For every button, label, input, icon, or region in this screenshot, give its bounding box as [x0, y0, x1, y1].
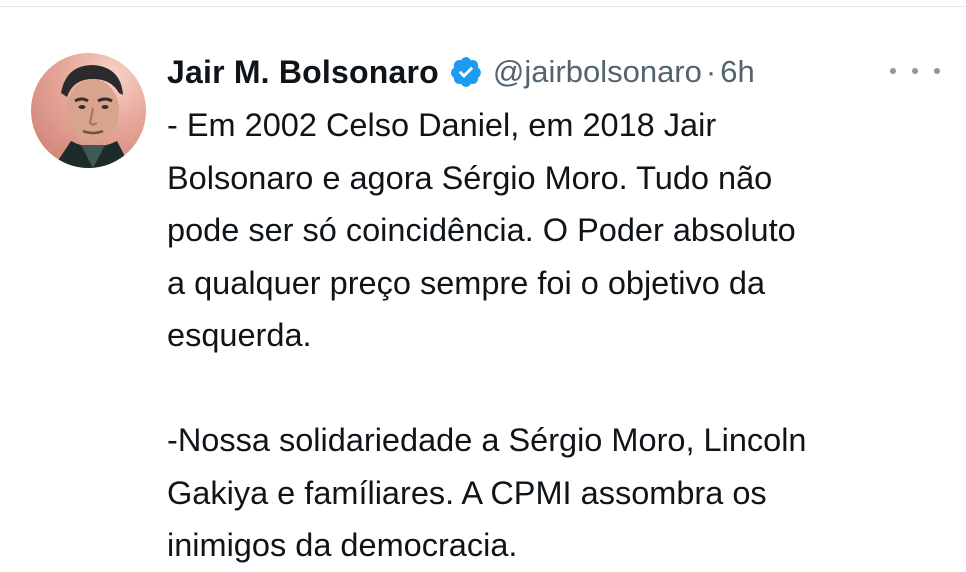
- tweet-header: Jair M. Bolsonaro @jairbolsonaro · 6h: [167, 50, 755, 94]
- tweet-text-line: esquerda.: [167, 317, 312, 353]
- tweet-text-line: pode ser só coincidência. O Poder absolu…: [167, 212, 796, 248]
- tweet-text-line: a qualquer preço sempre foi o objetivo d…: [167, 264, 766, 301]
- author-handle[interactable]: @jairbolsonaro: [493, 54, 702, 90]
- tweet-text: - Em 2002 Celso Daniel, em 2018 Jair Bol…: [167, 99, 957, 572]
- profile-photo: [53, 65, 131, 168]
- tweet-text-line: Bolsonaro e agora Sérgio Moro. Tudo não: [167, 159, 773, 196]
- more-options-icon[interactable]: [890, 56, 940, 86]
- author-display-name[interactable]: Jair M. Bolsonaro: [167, 54, 439, 91]
- more-dot: [912, 68, 918, 74]
- tweet-text-line: -Nossa solidariedade a Sérgio Moro, Linc…: [167, 422, 807, 458]
- more-dot: [890, 68, 896, 74]
- avatar[interactable]: [31, 53, 146, 168]
- tweet-text-line: inimigos da democracia.: [167, 527, 518, 563]
- separator-dot: ·: [705, 54, 717, 89]
- tweet[interactable]: Jair M. Bolsonaro @jairbolsonaro · 6h - …: [0, 0, 966, 563]
- tweet-timestamp[interactable]: 6h: [720, 54, 754, 90]
- verified-badge-icon[interactable]: [449, 55, 483, 89]
- tweet-text-line: Gakiya e famíliares. A CPMI assombra os: [167, 474, 767, 511]
- more-dot: [934, 68, 940, 74]
- tweet-text-line: - Em 2002 Celso Daniel, em 2018 Jair: [167, 107, 717, 143]
